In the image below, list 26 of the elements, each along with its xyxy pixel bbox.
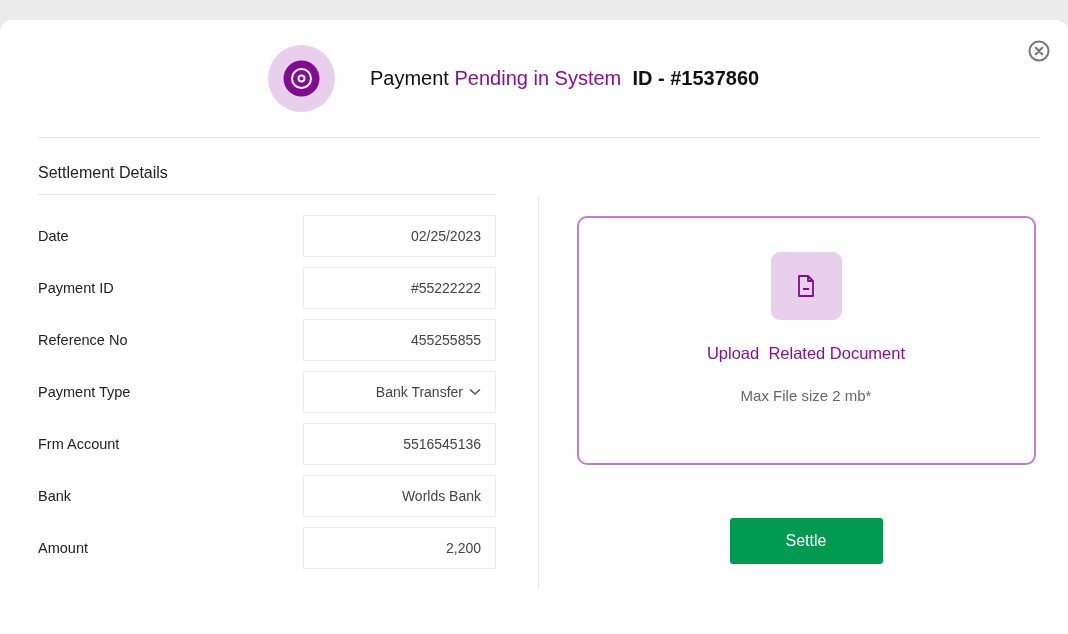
field-label: Reference No bbox=[38, 332, 128, 348]
input-field[interactable]: #55222222 bbox=[303, 267, 496, 309]
payment-id: ID - #1537860 bbox=[631, 67, 760, 90]
document-icon bbox=[797, 275, 815, 297]
field-label: Payment ID bbox=[38, 280, 114, 296]
upload-title: Upload Related Document bbox=[706, 344, 906, 363]
input-field[interactable]: 455255855 bbox=[303, 319, 496, 361]
input-field[interactable]: 02/25/2023 bbox=[303, 215, 496, 257]
title-text: Payment bbox=[370, 67, 450, 90]
chevron-icon bbox=[469, 388, 481, 396]
input-field[interactable]: Worlds Bank bbox=[303, 475, 496, 517]
field-label: Amount bbox=[38, 540, 88, 556]
section-title: Settlement Details bbox=[38, 164, 496, 195]
input-field[interactable]: 5516545136 bbox=[303, 423, 496, 465]
settle-button[interactable]: Settle bbox=[729, 518, 883, 564]
status-text: Pending in System bbox=[454, 67, 622, 90]
target-icon bbox=[268, 45, 335, 112]
field-label: Date bbox=[38, 228, 69, 244]
upload-area[interactable]: Upload Related Document Max File size 2 mb* bbox=[576, 216, 1036, 465]
field-label: Frm Account bbox=[38, 436, 120, 452]
field-label: Bank bbox=[38, 488, 72, 504]
select-field[interactable]: Bank Transfer bbox=[303, 371, 496, 413]
close-icon[interactable] bbox=[1028, 40, 1050, 62]
field-label: Payment Type bbox=[38, 384, 131, 400]
input-field[interactable]: 2,200 bbox=[303, 527, 496, 569]
upload-hint: Max File size 2 mb* bbox=[740, 387, 872, 404]
